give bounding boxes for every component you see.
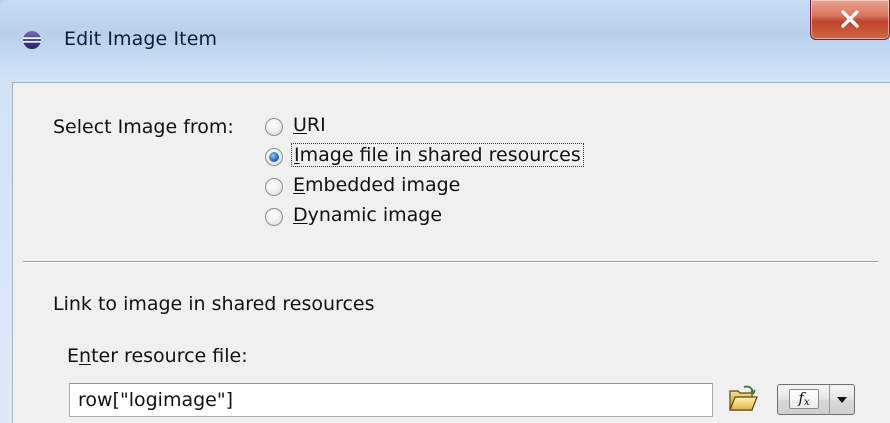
open-folder-button[interactable] bbox=[727, 383, 759, 415]
open-folder-icon bbox=[729, 385, 758, 411]
section-title: Link to image in shared resources bbox=[53, 293, 375, 315]
expression-dropdown-button[interactable] bbox=[830, 385, 854, 414]
select-image-label: Select Image from: bbox=[53, 116, 234, 138]
expression-builder-main[interactable]: fx bbox=[778, 385, 830, 414]
radio-button[interactable] bbox=[265, 208, 283, 226]
radio-selected-dot bbox=[269, 152, 279, 162]
expression-builder-button[interactable]: fx bbox=[777, 384, 855, 415]
section-separator bbox=[23, 261, 878, 263]
radio-label-embedded-image: Embedded image bbox=[293, 174, 461, 196]
radio-button[interactable] bbox=[265, 118, 283, 136]
close-button[interactable] bbox=[810, 0, 890, 40]
radio-label-image-file-shared: Image file in shared resources bbox=[291, 143, 584, 167]
dialog-client-area: Select Image from: URI Image file in sha… bbox=[12, 82, 890, 423]
radio-button[interactable] bbox=[265, 178, 283, 196]
dialog-window: Edit Image Item Select Image from: URI I… bbox=[0, 0, 890, 423]
eclipse-icon bbox=[22, 30, 42, 50]
window-title: Edit Image Item bbox=[64, 28, 218, 50]
fx-icon: fx bbox=[789, 389, 819, 409]
radio-label-dynamic-image: Dynamic image bbox=[293, 204, 443, 226]
radio-button-selected[interactable] bbox=[265, 148, 283, 166]
radio-label-uri: URI bbox=[293, 114, 326, 136]
resource-file-input[interactable] bbox=[69, 383, 713, 417]
title-bar[interactable]: Edit Image Item bbox=[0, 0, 890, 82]
resource-file-label: Enter resource file: bbox=[67, 345, 248, 367]
chevron-down-icon bbox=[837, 397, 847, 403]
close-icon bbox=[841, 10, 859, 28]
